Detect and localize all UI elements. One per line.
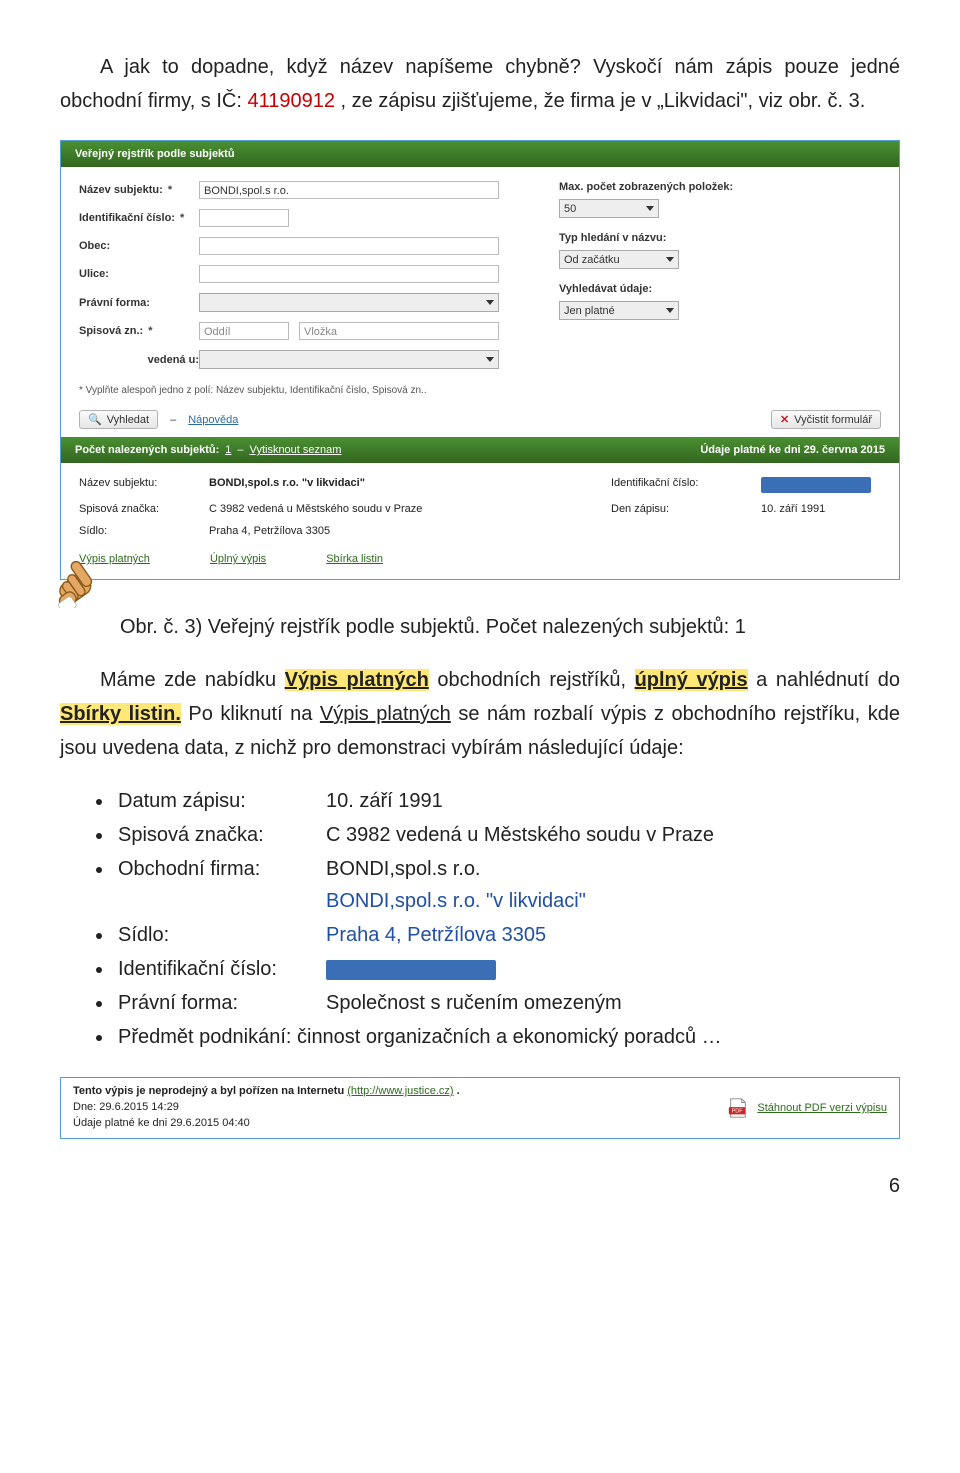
select-max[interactable]: 50 bbox=[559, 199, 659, 218]
search-button[interactable]: 🔍 Vyhledat bbox=[79, 410, 158, 429]
list-item: Obchodní firma: BONDI,spol.s r.o. BONDI,… bbox=[114, 853, 900, 917]
svg-text:PDF: PDF bbox=[732, 1108, 744, 1114]
search-icon: 🔍 bbox=[88, 413, 102, 426]
select-vedena-u[interactable] bbox=[199, 350, 499, 369]
input-oddil[interactable]: Oddíl bbox=[199, 322, 289, 340]
label-nazev: Název subjektu: * bbox=[79, 184, 199, 196]
select-typ[interactable]: Od začátku bbox=[559, 250, 679, 269]
form-note: * Vyplňte alespoň jedno z polí: Název su… bbox=[79, 385, 881, 396]
input-vlozka[interactable]: Vložka bbox=[299, 322, 499, 340]
result-valid-date: Údaje platné ke dni 29. června 2015 bbox=[700, 444, 885, 456]
middle-paragraph: Máme zde nabídku Výpis platných obchodní… bbox=[60, 663, 900, 765]
list-item: Předmět podnikání: činnost organizačních… bbox=[114, 1021, 900, 1053]
chevron-down-icon bbox=[666, 257, 674, 262]
redacted-block bbox=[761, 477, 871, 493]
intro-paragraph: A jak to dopadne, když název napíšeme ch… bbox=[60, 50, 900, 118]
clear-button[interactable]: ✕ Vyčistit formulář bbox=[771, 410, 881, 429]
select-pravni-forma[interactable] bbox=[199, 293, 499, 312]
label-vedena: vedená u: bbox=[79, 354, 199, 366]
list-item: Datum zápisu:10. září 1991 bbox=[114, 785, 900, 817]
hl-sbirka-listin: Sbírky listin. bbox=[60, 703, 181, 725]
result-count-value: 1 bbox=[225, 444, 231, 456]
chevron-down-icon bbox=[486, 300, 494, 305]
intro-post: , ze zápisu zjišťujeme, že firma je v „L… bbox=[341, 90, 866, 112]
list-item: Právní forma:Společnost s ručením omezen… bbox=[114, 987, 900, 1019]
res-nazev-lbl: Název subjektu: bbox=[79, 477, 189, 493]
res-sidlo-val: Praha 4, Petržílova 3305 bbox=[209, 525, 591, 537]
res-ic-lbl: Identifikační číslo: bbox=[611, 477, 741, 493]
form-toolbar: 🔍 Vyhledat – Nápověda ✕ Vyčistit formulá… bbox=[79, 406, 881, 429]
res-sidlo-lbl: Sídlo: bbox=[79, 525, 189, 537]
list-item: Identifikační číslo: bbox=[114, 953, 900, 985]
res-den-val: 10. září 1991 bbox=[761, 503, 881, 515]
pdf-icon: PDF bbox=[727, 1097, 749, 1119]
chevron-down-icon bbox=[486, 357, 494, 362]
res-den-lbl: Den zápisu: bbox=[611, 503, 741, 515]
ul-vypis-platnych: Výpis platných bbox=[320, 703, 451, 725]
list-item: Spisová značka:C 3982 vedená u Městského… bbox=[114, 819, 900, 851]
pdf-download-box: Tento výpis je neprodejný a byl pořízen … bbox=[60, 1077, 900, 1139]
input-obec[interactable] bbox=[199, 237, 499, 255]
label-typ: Typ hledání v názvu: bbox=[559, 232, 881, 244]
result-bar: Počet nalezených subjektů: 1 – Vytisknou… bbox=[61, 437, 899, 463]
help-link[interactable]: Nápověda bbox=[188, 414, 238, 426]
input-ic[interactable] bbox=[199, 209, 289, 227]
select-vyhl[interactable]: Jen platné bbox=[559, 301, 679, 320]
result-count-label: Počet nalezených subjektů: bbox=[75, 444, 219, 456]
footer-date: Dne: 29.6.2015 14:29 bbox=[73, 1100, 460, 1116]
registry-panel: Veřejný rejstřík podle subjektů Název su… bbox=[60, 140, 900, 580]
form-left-column: Název subjektu: * BONDI,spol.s r.o. Iden… bbox=[79, 181, 499, 379]
label-vyhl: Vyhledávat údaje: bbox=[559, 283, 881, 295]
label-pravni: Právní forma: bbox=[79, 297, 199, 309]
chevron-down-icon bbox=[666, 308, 674, 313]
page-number: 6 bbox=[60, 1175, 900, 1198]
redacted-block bbox=[326, 960, 496, 980]
footer-valid: Údaje platné ke dni 29.6.2015 04:40 bbox=[73, 1116, 460, 1132]
label-obec: Obec: bbox=[79, 240, 199, 252]
pointer-hand-icon bbox=[38, 538, 108, 608]
hl-uplny-vypis: úplný výpis bbox=[635, 669, 748, 691]
panel-body: Název subjektu: * BONDI,spol.s r.o. Iden… bbox=[61, 167, 899, 437]
label-ic: Identifikační číslo: * bbox=[79, 212, 199, 224]
label-max: Max. počet zobrazených položek: bbox=[559, 181, 881, 193]
res-spis-val: C 3982 vedená u Městského soudu v Praze bbox=[209, 503, 591, 515]
label-ulice: Ulice: bbox=[79, 268, 199, 280]
result-detail: Název subjektu: BONDI,spol.s r.o. "v lik… bbox=[61, 463, 899, 553]
res-nazev-val: BONDI,spol.s r.o. "v likvidaci" bbox=[209, 477, 591, 493]
input-ulice[interactable] bbox=[199, 265, 499, 283]
chevron-down-icon bbox=[646, 206, 654, 211]
input-nazev[interactable]: BONDI,spol.s r.o. bbox=[199, 181, 499, 199]
pdf-download-link[interactable]: Stáhnout PDF verzi výpisu bbox=[757, 1102, 887, 1114]
intro-ic: 41190912 bbox=[247, 90, 335, 112]
print-link[interactable]: Vytisknout seznam bbox=[250, 444, 342, 456]
res-spis-lbl: Spisová značka: bbox=[79, 503, 189, 515]
panel-header: Veřejný rejstřík podle subjektů bbox=[61, 141, 899, 167]
res-ic-val bbox=[761, 477, 881, 493]
list-item: Sídlo:Praha 4, Petržílova 3305 bbox=[114, 919, 900, 951]
close-icon: ✕ bbox=[780, 413, 789, 426]
hl-vypis-platnych: Výpis platných bbox=[285, 669, 429, 691]
justice-link[interactable]: (http://www.justice.cz) bbox=[347, 1085, 453, 1097]
form-right-column: Max. počet zobrazených položek: 50 Typ h… bbox=[559, 181, 881, 379]
label-spis: Spisová zn.: * bbox=[79, 325, 199, 337]
extract-list: Datum zápisu:10. září 1991 Spisová značk… bbox=[60, 785, 900, 1053]
